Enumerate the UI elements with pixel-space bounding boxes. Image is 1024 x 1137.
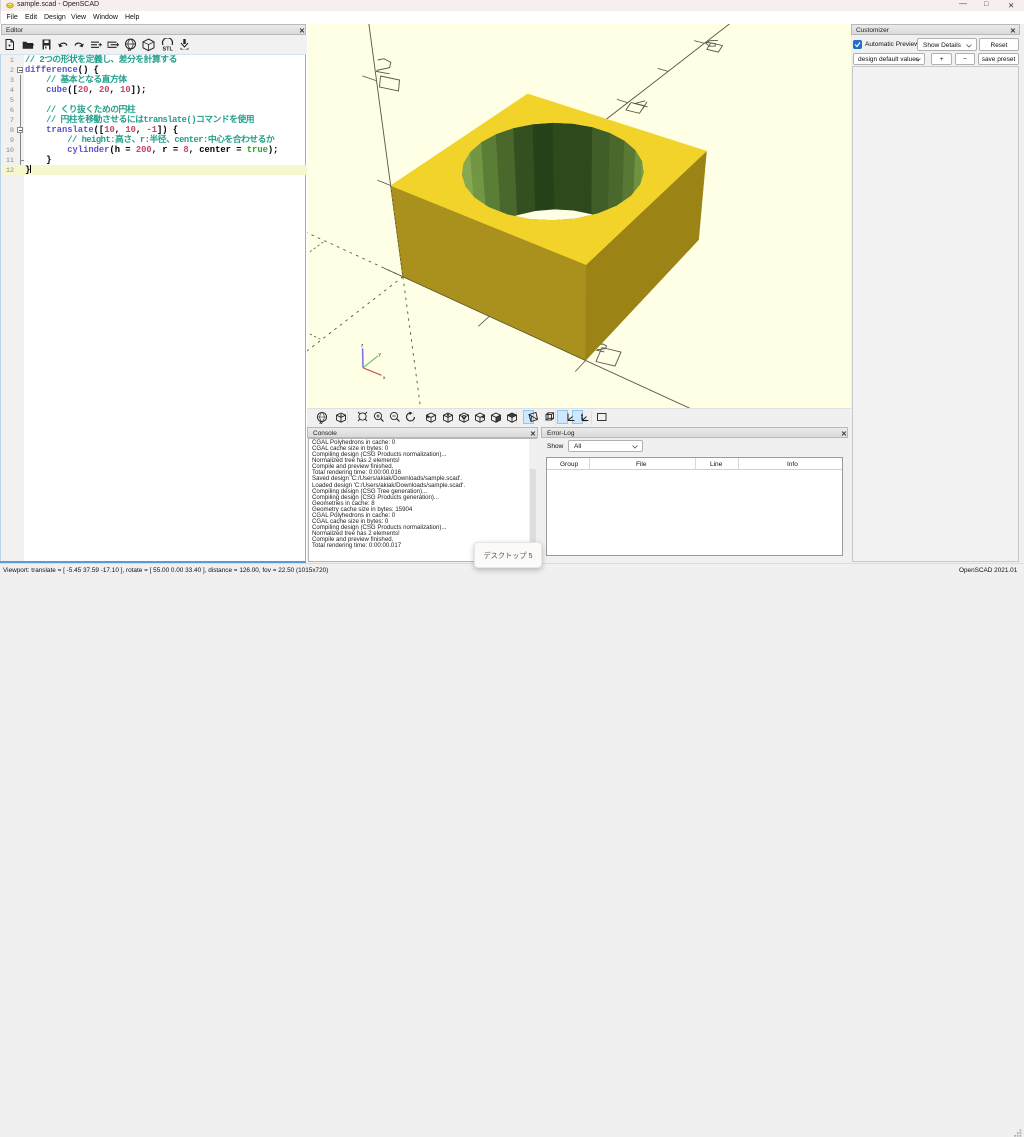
svg-text:x: x [383,376,386,381]
svg-text:»: » [128,47,132,53]
svg-text:STL: STL [163,47,174,53]
svg-text:y: y [379,352,382,357]
svg-text:»: » [319,420,323,427]
svg-text:z: z [361,343,364,348]
